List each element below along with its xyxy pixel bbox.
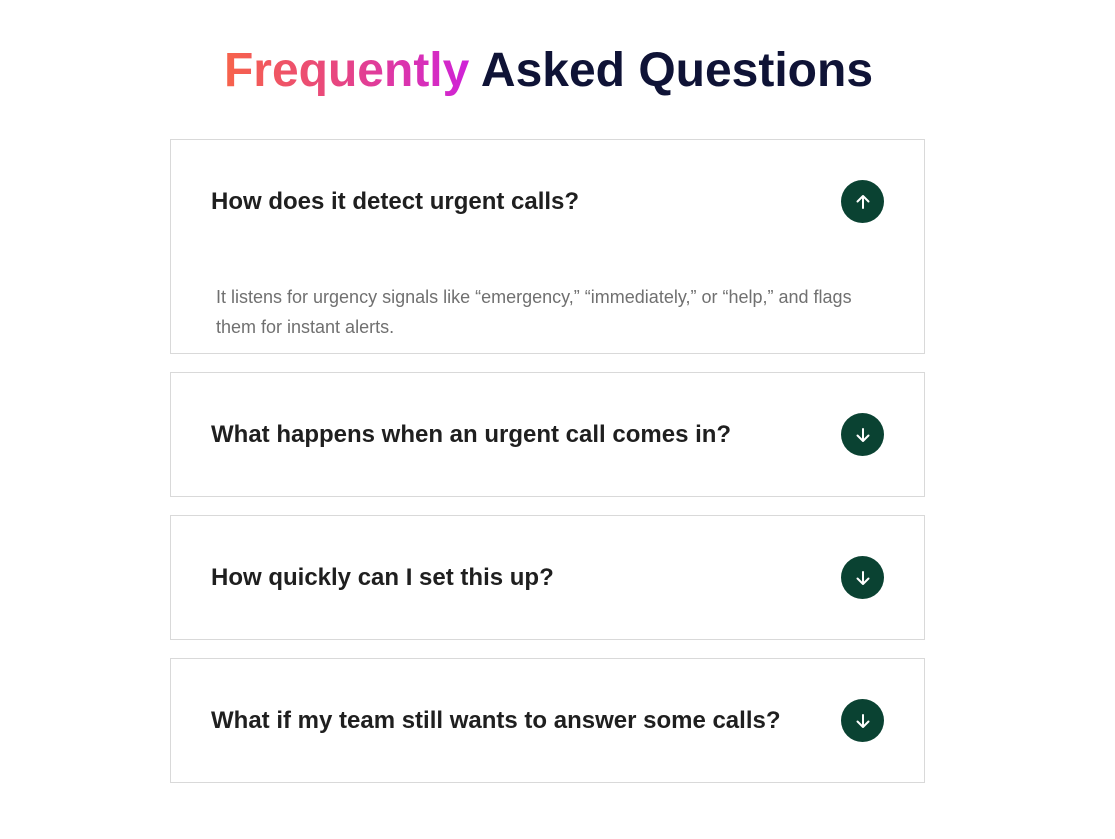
faq-toggle-button[interactable] bbox=[841, 180, 884, 223]
faq-question[interactable]: How quickly can I set this up? bbox=[211, 516, 554, 639]
arrow-down-icon bbox=[856, 570, 869, 585]
faq-page: Frequently Asked Questions How does it d… bbox=[0, 0, 1115, 839]
faq-toggle-button[interactable] bbox=[841, 413, 884, 456]
faq-toggle-button[interactable] bbox=[841, 556, 884, 599]
faq-item-collapsed[interactable]: How quickly can I set this up? bbox=[170, 515, 925, 640]
faq-question[interactable]: What happens when an urgent call comes i… bbox=[211, 373, 731, 496]
faq-question[interactable]: How does it detect urgent calls? bbox=[211, 140, 579, 263]
faq-heading: Frequently Asked Questions bbox=[0, 40, 1097, 102]
faq-item-collapsed[interactable]: What happens when an urgent call comes i… bbox=[170, 372, 925, 497]
arrow-down-icon bbox=[856, 713, 869, 728]
faq-answer: It listens for urgency signals like “eme… bbox=[216, 287, 852, 337]
faq-item-expanded[interactable]: How does it detect urgent calls? It list… bbox=[170, 139, 925, 354]
faq-heading-highlight: Frequently bbox=[223, 44, 470, 97]
arrow-down-icon bbox=[856, 427, 869, 442]
faq-item-collapsed[interactable]: What if my team still wants to answer so… bbox=[170, 658, 925, 783]
faq-question[interactable]: What if my team still wants to answer so… bbox=[211, 659, 781, 782]
faq-heading-rest: Asked Questions bbox=[480, 44, 874, 97]
arrow-up-icon bbox=[856, 194, 869, 209]
faq-toggle-button[interactable] bbox=[841, 699, 884, 742]
